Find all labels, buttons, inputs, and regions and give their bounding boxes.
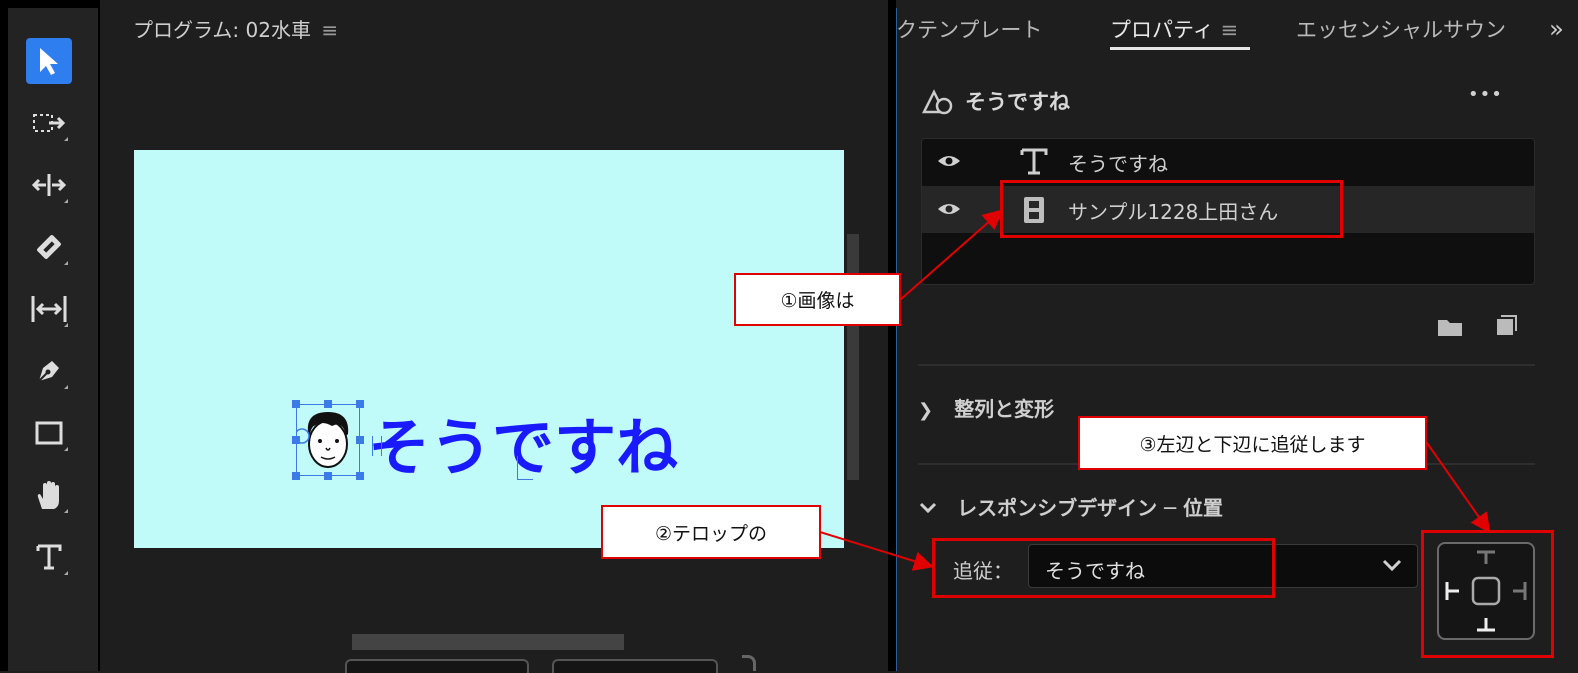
annotation-callout-3: ③左辺と下辺に追従します <box>1078 416 1427 470</box>
annotation-callout-2: ②テロップの <box>601 505 821 559</box>
annotation-arrows <box>819 209 1491 571</box>
annotation-callout-1: ①画像は <box>734 273 901 326</box>
